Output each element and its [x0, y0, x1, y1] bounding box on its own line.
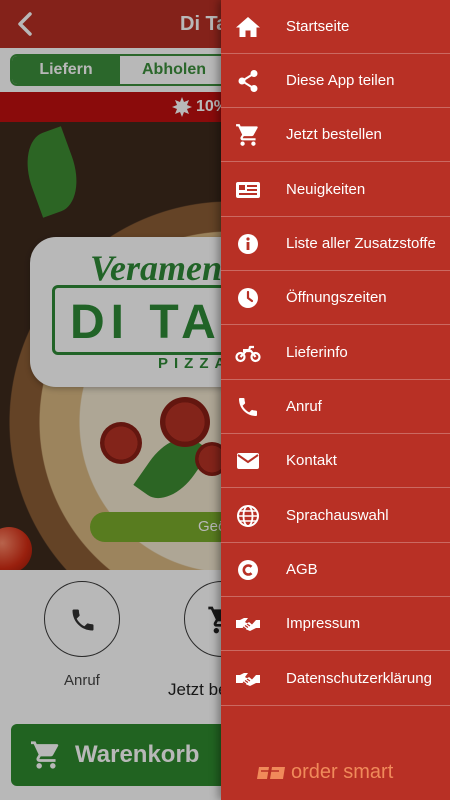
menu-item-imprint[interactable]: Impressum — [221, 597, 450, 651]
share-icon — [235, 69, 261, 93]
cart-icon — [235, 123, 261, 147]
order-smart-brand-text: order smart — [291, 761, 394, 783]
handshake-icon — [235, 667, 261, 691]
menu-item-additives[interactable]: Liste aller Zusatzstoffe — [221, 217, 450, 271]
menu-item-news[interactable]: Neuigkeiten — [221, 163, 450, 217]
info-icon — [235, 232, 261, 256]
clock-icon — [235, 286, 261, 310]
order-smart-brand: order smart — [257, 760, 417, 786]
menu-item-order[interactable]: Jetzt bestellen — [221, 108, 450, 162]
globe-icon — [235, 504, 261, 528]
menu-item-label: Startseite — [286, 18, 350, 35]
menu-item-delivery-info[interactable]: Lieferinfo — [221, 326, 450, 380]
handshake-icon — [235, 612, 261, 636]
menu-item-privacy[interactable]: Datenschutzerklärung — [221, 652, 450, 706]
menu-item-label: Impressum — [286, 615, 361, 632]
menu-item-label: Diese App teilen — [286, 72, 395, 89]
menu-item-label: Öffnungszeiten — [286, 289, 387, 306]
menu-item-language[interactable]: Sprachauswahl — [221, 489, 450, 543]
phone-icon — [235, 395, 261, 419]
menu-item-share[interactable]: Diese App teilen — [221, 54, 450, 108]
home-icon — [235, 15, 261, 39]
menu-item-contact[interactable]: Kontakt — [221, 434, 450, 488]
menu-item-opening-hours[interactable]: Öffnungszeiten — [221, 271, 450, 325]
menu-item-label: AGB — [286, 561, 318, 578]
news-icon — [235, 178, 261, 202]
menu-item-label: Sprachauswahl — [286, 507, 389, 524]
navigation-drawer: Startseite Diese App teilen Jetzt bestel… — [221, 0, 450, 800]
menu-item-label: Datenschutzerklärung — [286, 670, 432, 687]
order-smart-logo-icon — [257, 764, 287, 782]
menu-item-startseite[interactable]: Startseite — [221, 0, 450, 54]
menu-item-call[interactable]: Anruf — [221, 380, 450, 434]
copyright-icon — [235, 558, 261, 582]
menu-item-label: Anruf — [286, 398, 322, 415]
motorcycle-icon — [235, 341, 261, 365]
mail-icon — [235, 449, 261, 473]
menu-item-label: Liste aller Zusatzstoffe — [286, 235, 436, 252]
menu-item-label: Neuigkeiten — [286, 181, 366, 198]
menu-item-label: Lieferinfo — [286, 344, 348, 361]
menu-item-label: Jetzt bestellen — [286, 126, 382, 143]
menu-item-terms[interactable]: AGB — [221, 543, 450, 597]
menu-item-label: Kontakt — [286, 452, 337, 469]
